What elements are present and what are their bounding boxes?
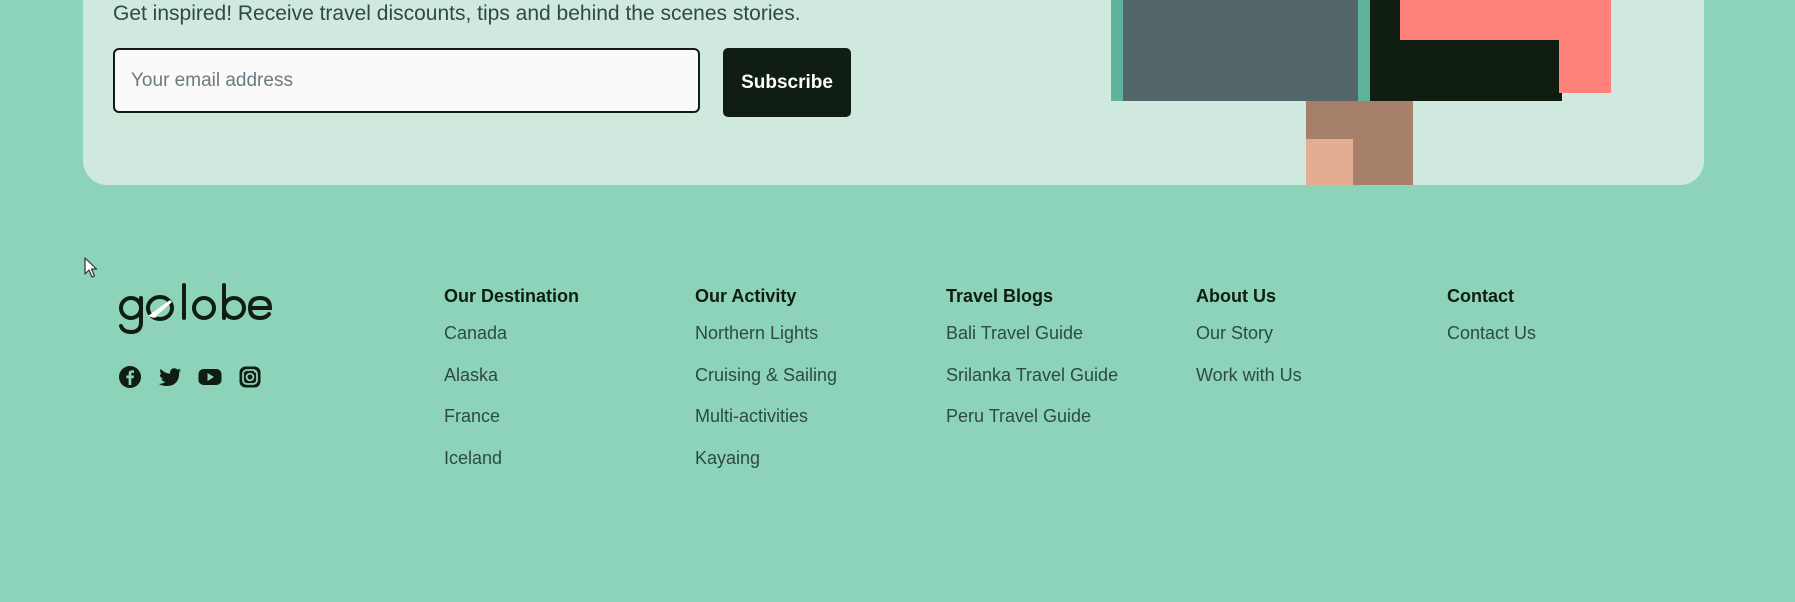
subscribe-button[interactable]: Subscribe [723, 48, 851, 117]
mouse-cursor-icon [84, 257, 98, 278]
footer-link-cruising-sailing[interactable]: Cruising & Sailing [695, 365, 837, 407]
footer-column-title: About Us [1196, 286, 1276, 306]
footer-column-title: Our Activity [695, 286, 797, 306]
instagram-icon[interactable] [238, 365, 262, 389]
footer-link-northern-lights[interactable]: Northern Lights [695, 323, 837, 365]
footer-link-contact-us[interactable]: Contact Us [1447, 323, 1536, 365]
footer-column-contact: Contact Contact Us [1447, 286, 1536, 365]
footer-link-work-with-us[interactable]: Work with Us [1196, 365, 1302, 407]
footer-link-france[interactable]: France [444, 406, 579, 448]
footer-column-title: Contact [1447, 286, 1514, 306]
newsletter-description: Get inspired! Receive travel discounts, … [113, 2, 801, 25]
newsletter-illustration-flag-edge [1559, 0, 1611, 93]
footer-column-destination: Our Destination Canada Alaska France Ice… [444, 286, 579, 489]
footer-link-kayaing[interactable]: Kayaing [695, 448, 837, 490]
footer-column-title: Our Destination [444, 286, 580, 306]
footer-link-canada[interactable]: Canada [444, 323, 579, 365]
footer-link-iceland[interactable]: Iceland [444, 448, 579, 490]
newsletter-illustration-mailbox-side [1123, 0, 1358, 101]
golobe-logo[interactable] [118, 282, 273, 336]
social-links [118, 365, 262, 389]
footer-link-our-story[interactable]: Our Story [1196, 323, 1302, 365]
newsletter-card: Get inspired! Receive travel discounts, … [83, 0, 1704, 185]
email-field[interactable] [113, 48, 700, 113]
footer-link-peru-guide[interactable]: Peru Travel Guide [946, 406, 1118, 448]
footer-link-alaska[interactable]: Alaska [444, 365, 579, 407]
footer-link-bali-guide[interactable]: Bali Travel Guide [946, 323, 1118, 365]
footer-column-activity: Our Activity Northern Lights Cruising & … [695, 286, 837, 489]
footer-column-title: Travel Blogs [946, 286, 1054, 306]
footer-link-multi-activities[interactable]: Multi-activities [695, 406, 837, 448]
footer-link-srilanka-guide[interactable]: Srilanka Travel Guide [946, 365, 1118, 407]
footer-column-travel-blogs: Travel Blogs Bali Travel Guide Srilanka … [946, 286, 1118, 448]
footer-column-about: About Us Our Story Work with Us [1196, 286, 1302, 406]
youtube-icon[interactable] [198, 365, 222, 389]
twitter-icon[interactable] [158, 365, 182, 389]
facebook-icon[interactable] [118, 365, 142, 389]
newsletter-illustration-post-highlight [1306, 139, 1353, 185]
